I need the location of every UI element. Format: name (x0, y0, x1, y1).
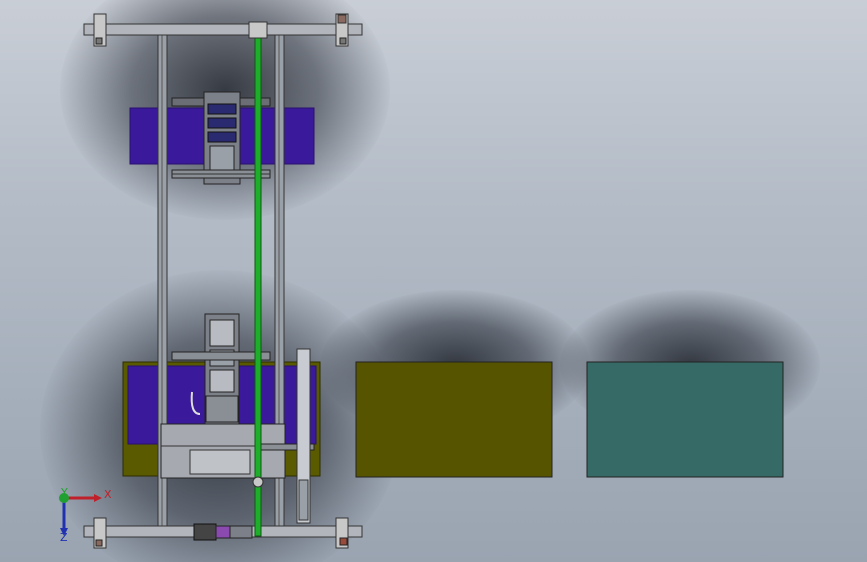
triad-z-label: Z (60, 531, 68, 544)
triad-y-label: Y (61, 486, 68, 499)
teal-plate (586, 361, 784, 478)
cad-graphics-area[interactable]: X Y Z (0, 0, 867, 562)
top-beam (83, 23, 363, 36)
triad-x-label: X (104, 488, 112, 501)
drive-motor (193, 523, 217, 541)
green-guide-rail (254, 27, 262, 537)
olive-plate (355, 361, 553, 478)
machine-model[interactable] (0, 0, 867, 562)
